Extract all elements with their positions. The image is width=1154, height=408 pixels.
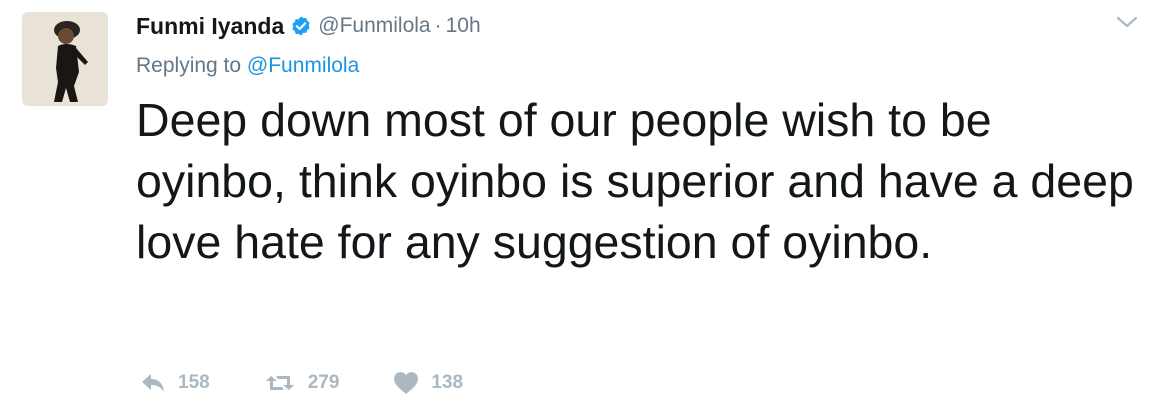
heart-icon xyxy=(393,371,419,395)
reply-count: 158 xyxy=(178,372,210,393)
tweet-actions: 158 279 138 xyxy=(140,367,517,399)
tweet-text: Deep down most of our people wish to be … xyxy=(136,94,1134,268)
like-button[interactable]: 138 xyxy=(393,371,463,395)
timestamp[interactable]: 10h xyxy=(446,14,481,38)
replying-to: Replying to @Funmilola xyxy=(136,54,359,78)
verified-badge-icon xyxy=(290,15,312,37)
retweet-button[interactable]: 279 xyxy=(264,372,340,394)
separator-dot: · xyxy=(434,14,442,37)
author-handle[interactable]: @Funmilola xyxy=(318,14,430,38)
retweet-count: 279 xyxy=(307,372,340,393)
author-name[interactable]: Funmi Iyanda xyxy=(136,13,284,40)
like-count: 138 xyxy=(431,372,464,393)
tweet-header: Funmi Iyanda @Funmilola · 10h xyxy=(136,10,481,42)
replying-to-label: Replying to xyxy=(136,54,242,77)
replying-to-mention[interactable]: @Funmilola xyxy=(247,54,359,77)
chevron-down-icon[interactable] xyxy=(1116,14,1138,30)
reply-icon xyxy=(140,372,166,394)
retweet-icon xyxy=(264,372,296,394)
reply-button[interactable]: 158 xyxy=(140,372,210,394)
avatar[interactable] xyxy=(22,12,108,106)
